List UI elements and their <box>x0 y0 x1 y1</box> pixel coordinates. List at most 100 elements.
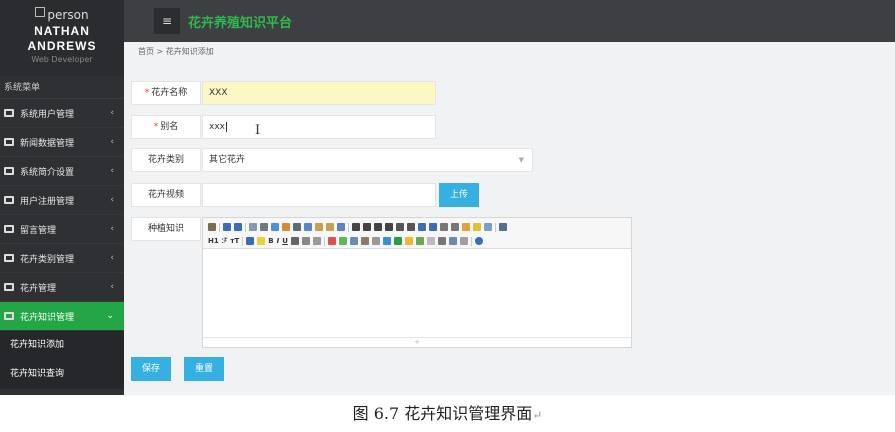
align-center-icon[interactable] <box>363 223 371 231</box>
alias-input[interactable]: xxx I <box>202 115 436 139</box>
highlight-icon[interactable] <box>257 237 266 245</box>
align-left-icon[interactable] <box>352 223 360 231</box>
font-size-dropdown[interactable]: тT <box>230 237 239 245</box>
remove-format-icon[interactable] <box>312 237 321 245</box>
attachment-icon[interactable] <box>371 237 380 245</box>
sidebar: person NATHAN ANDREWS Web Developer 系统菜单… <box>0 0 124 395</box>
broken-image-icon <box>35 7 46 17</box>
profile-panel: person NATHAN ANDREWS Web Developer <box>0 0 124 76</box>
profile-name-last: ANDREWS <box>27 39 97 53</box>
font-color-icon[interactable] <box>246 237 255 245</box>
i-beam-cursor-icon: I <box>255 123 261 138</box>
sidebar-subitem-knowledge-add[interactable]: 花卉知识添加 <box>0 331 124 360</box>
help-icon[interactable] <box>474 237 483 245</box>
image-icon[interactable] <box>327 237 336 245</box>
profile-role: Web Developer <box>31 55 93 64</box>
window-icon <box>4 167 14 175</box>
toolbar-separator <box>219 222 220 232</box>
flower-name-label: * 花卉名称 <box>131 81 201 105</box>
sidebar-item-messages[interactable]: 留言管理 ‹ <box>0 215 124 244</box>
code-icon[interactable] <box>282 223 290 231</box>
required-mark: * <box>153 122 159 132</box>
unordered-list-icon[interactable] <box>407 223 415 231</box>
source-icon[interactable] <box>208 223 216 231</box>
flower-name-input[interactable]: XXX <box>202 81 436 105</box>
sidebar-item-flowers[interactable]: 花卉管理 ‹ <box>0 273 124 302</box>
line-height-icon[interactable] <box>301 237 310 245</box>
horizontal-rule-icon[interactable] <box>393 237 402 245</box>
save-button[interactable]: 保存 <box>131 357 171 381</box>
window-icon <box>4 196 14 204</box>
paste-icon[interactable] <box>315 223 323 231</box>
subscript-icon[interactable] <box>440 223 448 231</box>
alias-label-text: 别名 <box>160 122 179 132</box>
template-icon[interactable] <box>271 223 279 231</box>
preview-icon[interactable] <box>249 223 257 231</box>
fullscreen-icon[interactable] <box>499 223 507 231</box>
editor-resize-handle[interactable]: + <box>203 337 631 347</box>
ordered-list-icon[interactable] <box>396 223 404 231</box>
link-icon[interactable] <box>448 237 457 245</box>
sidebar-item-label: 系统简介设置 <box>20 167 75 178</box>
cut-icon[interactable] <box>293 223 301 231</box>
sidebar-subitem-knowledge-query[interactable]: 花卉知识查询 <box>0 360 124 389</box>
table-icon[interactable] <box>382 237 391 245</box>
sidebar-item-flower-knowledge[interactable]: 花卉知识管理 ⌄ <box>0 302 124 331</box>
strikethrough-icon[interactable] <box>290 237 299 245</box>
emoticon-icon[interactable] <box>404 237 413 245</box>
app-window: person NATHAN ANDREWS Web Developer 系统菜单… <box>0 0 895 395</box>
hamburger-icon[interactable]: ≡ <box>154 8 180 34</box>
sidebar-item-label: 花卉知识管理 <box>20 312 75 323</box>
italic-icon[interactable]: I <box>277 237 280 245</box>
paste-text-icon[interactable] <box>326 223 334 231</box>
heading-dropdown[interactable]: H1 <box>208 237 219 245</box>
clear-format-icon[interactable] <box>462 223 470 231</box>
select-all-icon[interactable] <box>473 223 481 231</box>
outdent-icon[interactable] <box>429 223 437 231</box>
chevron-down-icon: ⌄ <box>106 311 114 321</box>
multi-image-icon[interactable] <box>338 237 347 245</box>
copy-icon[interactable] <box>304 223 312 231</box>
alias-input-value: xxx <box>209 122 225 132</box>
sidebar-item-system-users[interactable]: 系统用户管理 ‹ <box>0 99 124 128</box>
sidebar-item-registration[interactable]: 用户注册管理 ‹ <box>0 186 124 215</box>
editor-content-area[interactable] <box>203 249 631 337</box>
reset-button[interactable]: 重置 <box>184 357 224 381</box>
paste-word-icon[interactable] <box>337 223 345 231</box>
align-right-icon[interactable] <box>374 223 382 231</box>
chevron-left-icon: ‹ <box>110 253 114 263</box>
sidebar-item-news[interactable]: 新闻数据管理 ‹ <box>0 128 124 157</box>
map-icon[interactable] <box>415 237 424 245</box>
video-label: 花卉视频 <box>131 183 201 207</box>
toolbar-separator <box>242 236 244 246</box>
anchor-icon[interactable] <box>437 237 446 245</box>
undo-icon[interactable] <box>223 223 231 231</box>
media-icon[interactable] <box>360 237 369 245</box>
sidebar-item-flower-categories[interactable]: 花卉类别管理 ‹ <box>0 244 124 273</box>
cursor-icon[interactable] <box>484 223 492 231</box>
text-cursor <box>225 121 227 132</box>
flash-icon[interactable] <box>349 237 358 245</box>
toolbar-separator <box>348 222 349 232</box>
superscript-icon[interactable] <box>451 223 459 231</box>
font-family-dropdown[interactable]: ℱ <box>222 237 228 245</box>
upload-button[interactable]: 上传 <box>439 183 479 207</box>
bold-icon[interactable]: B <box>268 237 273 245</box>
sidebar-item-label: 用户注册管理 <box>20 196 75 207</box>
redo-icon[interactable] <box>234 223 242 231</box>
chevron-left-icon: ‹ <box>110 282 114 292</box>
page-break-icon[interactable] <box>426 237 435 245</box>
sidebar-item-label: 花卉管理 <box>20 283 57 294</box>
align-justify-icon[interactable] <box>385 223 393 231</box>
editor-toolbar: H1 ℱ тT B I U <box>203 218 631 249</box>
unlink-icon[interactable] <box>459 237 468 245</box>
return-mark: ↵ <box>532 408 543 422</box>
window-icon <box>4 283 14 291</box>
sidebar-item-intro[interactable]: 系统简介设置 ‹ <box>0 157 124 186</box>
video-input[interactable] <box>202 183 436 207</box>
indent-icon[interactable] <box>418 223 426 231</box>
knowledge-label: 种植知识 <box>131 217 201 241</box>
underline-icon[interactable]: U <box>282 237 288 245</box>
category-select[interactable]: 其它花卉 ▼ <box>202 148 533 172</box>
print-icon[interactable] <box>260 223 268 231</box>
